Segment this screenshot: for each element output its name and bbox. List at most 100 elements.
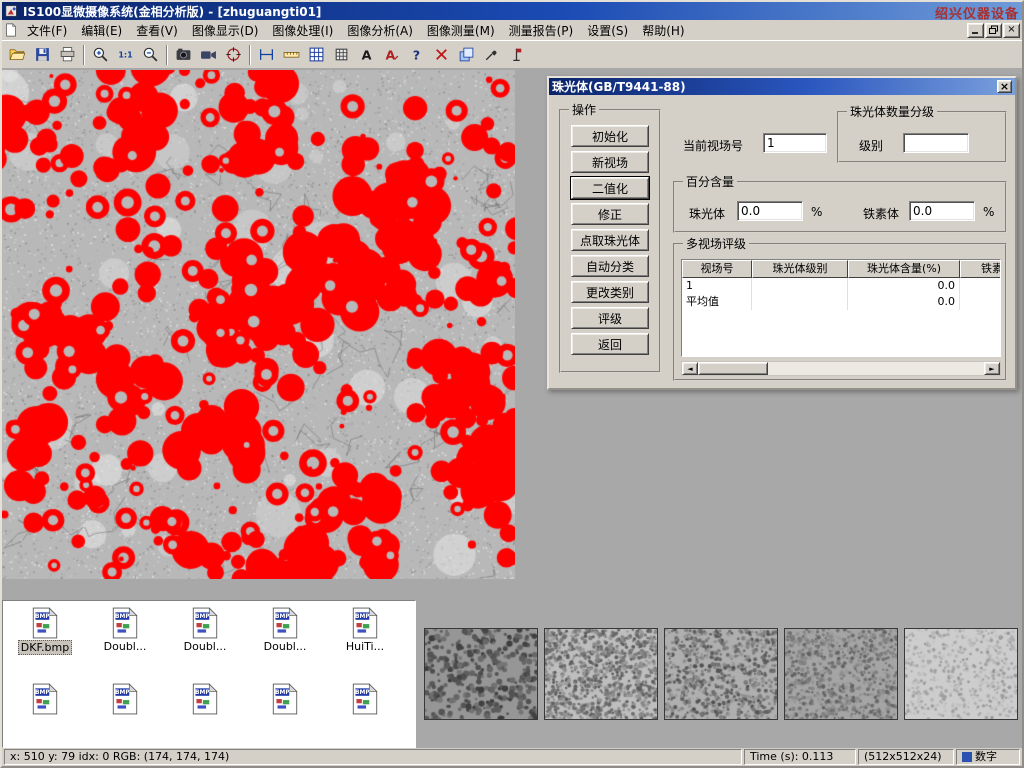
svg-text:BMP: BMP xyxy=(195,614,210,620)
op-button[interactable]: 自动分类 xyxy=(571,255,649,277)
table-hscrollbar[interactable]: ◄ ► xyxy=(681,361,1001,376)
metallograph-image[interactable] xyxy=(2,70,515,579)
scroll-thumb[interactable] xyxy=(698,362,768,375)
menu-item[interactable]: 图像分析(A) xyxy=(340,20,420,41)
table-cell: 0.0 xyxy=(848,278,960,294)
scroll-left-arrow[interactable]: ◄ xyxy=(682,362,698,375)
letter-a-red-button[interactable]: A xyxy=(379,43,404,67)
menu-item[interactable]: 编辑(E) xyxy=(74,20,129,41)
child-close-button[interactable]: × xyxy=(1003,23,1020,38)
print-button[interactable] xyxy=(55,43,80,67)
op-button[interactable]: 更改类别 xyxy=(571,281,649,303)
file-item[interactable]: BMP xyxy=(245,680,325,744)
thumbnail-image[interactable] xyxy=(424,628,538,720)
flag-button[interactable] xyxy=(504,43,529,67)
picker-button[interactable] xyxy=(479,43,504,67)
file-item[interactable]: BMPDoubl... xyxy=(245,604,325,668)
op-button[interactable]: 新视场 xyxy=(571,151,649,173)
ferrite-input[interactable] xyxy=(909,201,975,221)
pearlite-input[interactable] xyxy=(737,201,803,221)
op-button[interactable]: 修正 xyxy=(571,203,649,225)
pearlite-dialog: 珠光体(GB/T9441-88) × 操作 初始化新视场二值化修正点取珠光体自动… xyxy=(547,76,1017,390)
grid-small-button[interactable] xyxy=(329,43,354,67)
toolbar-separator xyxy=(249,45,251,65)
letter-a-button[interactable]: A xyxy=(354,43,379,67)
menu-item[interactable]: 帮助(H) xyxy=(635,20,691,41)
op-button[interactable]: 返回 xyxy=(571,333,649,355)
svg-text:BMP: BMP xyxy=(115,690,130,696)
layers-button[interactable] xyxy=(454,43,479,67)
thumbnail-image[interactable] xyxy=(784,628,898,720)
file-item[interactable]: BMPDoubl... xyxy=(165,604,245,668)
table-row[interactable]: 平均值0.0 xyxy=(682,294,1000,310)
child-restore-button[interactable] xyxy=(985,23,1002,38)
zoom-in-button[interactable] xyxy=(88,43,113,67)
target-button[interactable] xyxy=(221,43,246,67)
grade-input[interactable] xyxy=(903,133,969,153)
zoom-out-icon xyxy=(142,46,159,63)
current-field-input[interactable] xyxy=(763,133,827,153)
thumbnail-image[interactable] xyxy=(904,628,1018,720)
bottom-panel: BMPDKF.bmpBMPDoubl...BMPDoubl...BMPDoubl… xyxy=(2,600,1022,748)
menu-bar: 文件(F)编辑(E)查看(V)图像显示(D)图像处理(I)图像分析(A)图像测量… xyxy=(2,20,1022,40)
file-item[interactable]: BMP xyxy=(5,680,85,744)
menu-item[interactable]: 图像处理(I) xyxy=(265,20,340,41)
thumbnail-strip xyxy=(416,600,1022,748)
table-header-cell[interactable]: 铁素 xyxy=(960,260,1001,278)
file-item[interactable]: BMPHuiTi... xyxy=(325,604,405,668)
child-minimize-button[interactable] xyxy=(967,23,984,38)
help-button[interactable]: ? xyxy=(404,43,429,67)
menu-item[interactable]: 图像测量(M) xyxy=(420,20,502,41)
grid-small-icon xyxy=(333,46,350,63)
help-icon: ? xyxy=(408,46,425,63)
file-item[interactable]: BMP xyxy=(325,680,405,744)
bmp-file-icon: BMP xyxy=(272,607,298,639)
snapshot-button[interactable] xyxy=(171,43,196,67)
ruler-button[interactable] xyxy=(279,43,304,67)
caliper-button[interactable] xyxy=(254,43,279,67)
multifield-group: 多视场评级 视场号珠光体级别珠光体含量(%)铁素 10.0平均值0.0 ◄ ► xyxy=(673,243,1007,381)
grid-button[interactable] xyxy=(304,43,329,67)
table-header-cell[interactable]: 珠光体级别 xyxy=(752,260,848,278)
table-header-cell[interactable]: 视场号 xyxy=(682,260,752,278)
save-button[interactable] xyxy=(30,43,55,67)
picker-icon xyxy=(483,46,500,63)
ferrite-label: 铁素体 xyxy=(863,205,899,222)
dialog-title-bar[interactable]: 珠光体(GB/T9441-88) × xyxy=(549,78,1015,95)
video-button[interactable] xyxy=(196,43,221,67)
layers-icon xyxy=(458,46,475,63)
op-button[interactable]: 点取珠光体 xyxy=(571,229,649,251)
dialog-close-button[interactable]: × xyxy=(997,80,1012,93)
status-size: (512x512x24) xyxy=(858,749,954,765)
table-body: 10.0平均值0.0 xyxy=(682,278,1000,310)
thumbnail-image[interactable] xyxy=(664,628,778,720)
file-item[interactable]: BMPDKF.bmp xyxy=(5,604,85,668)
file-item[interactable]: BMP xyxy=(165,680,245,744)
scroll-right-arrow[interactable]: ► xyxy=(984,362,1000,375)
menu-item[interactable]: 文件(F) xyxy=(20,20,74,41)
op-button[interactable]: 二值化 xyxy=(571,177,649,199)
table-header-cell[interactable]: 珠光体含量(%) xyxy=(848,260,960,278)
thumbnail-image[interactable] xyxy=(544,628,658,720)
snapshot-icon xyxy=(175,46,192,63)
open-button[interactable] xyxy=(5,43,30,67)
menu-item[interactable]: 查看(V) xyxy=(129,20,185,41)
one-to-one-button[interactable]: 1:1 xyxy=(113,43,138,67)
svg-text:A: A xyxy=(362,48,372,63)
watermark-text: 绍兴仪器设备 xyxy=(935,3,1019,22)
scroll-track[interactable] xyxy=(768,362,984,375)
workspace: 珠光体(GB/T9441-88) × 操作 初始化新视场二值化修正点取珠光体自动… xyxy=(2,68,1022,600)
op-button[interactable]: 评级 xyxy=(571,307,649,329)
title-bar[interactable]: IS100显微摄像系统(金相分析版) - [zhuguangti01] xyxy=(2,2,1022,20)
menu-item[interactable]: 测量报告(P) xyxy=(502,20,581,41)
document-icon[interactable] xyxy=(4,23,20,37)
menu-item[interactable]: 图像显示(D) xyxy=(185,20,266,41)
grade-group-legend: 珠光体数量分级 xyxy=(847,105,937,119)
file-item[interactable]: BMP xyxy=(85,680,165,744)
menu-item[interactable]: 设置(S) xyxy=(580,20,635,41)
op-button[interactable]: 初始化 xyxy=(571,125,649,147)
file-item[interactable]: BMPDoubl... xyxy=(85,604,165,668)
cut-button[interactable] xyxy=(429,43,454,67)
zoom-out-button[interactable] xyxy=(138,43,163,67)
table-row[interactable]: 10.0 xyxy=(682,278,1000,294)
